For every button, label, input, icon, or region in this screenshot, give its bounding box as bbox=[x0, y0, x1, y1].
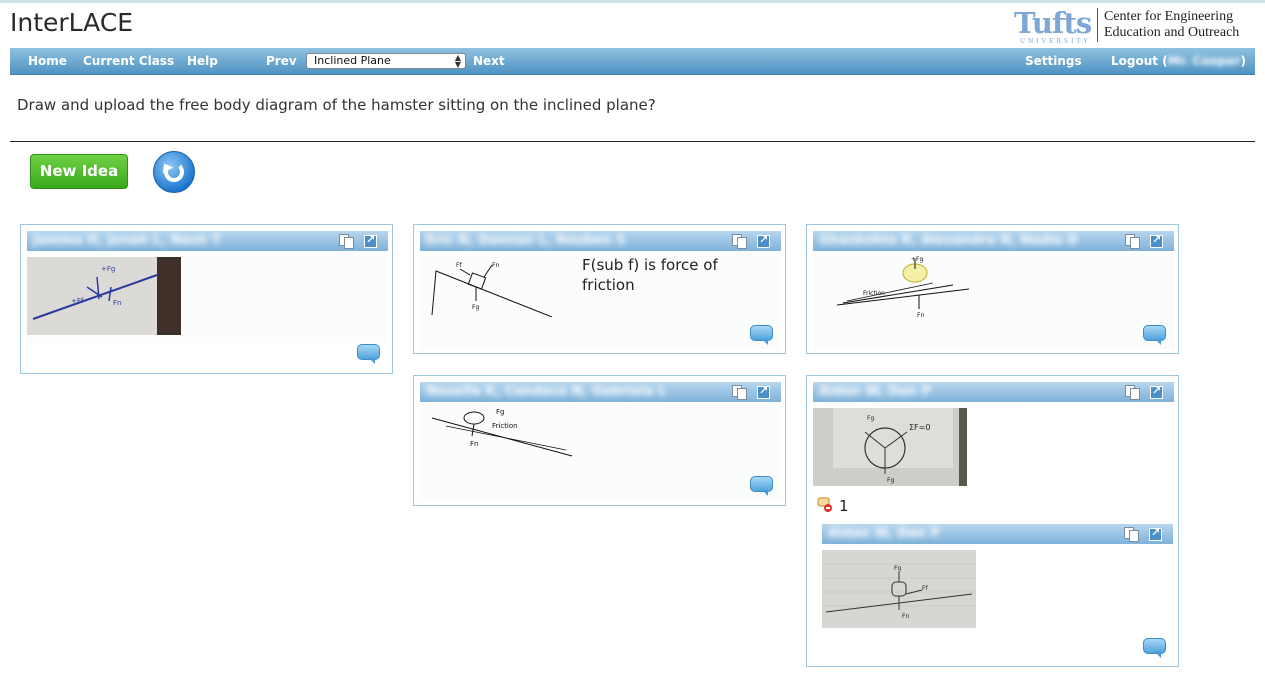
nav-logout[interactable]: Logout (Mr. Cooper) bbox=[1111, 54, 1246, 68]
nav-current-class[interactable]: Current Class bbox=[83, 54, 174, 68]
nav-next[interactable]: Next bbox=[473, 54, 505, 68]
open-external-icon[interactable] bbox=[757, 384, 770, 399]
svg-text:Fg: Fg bbox=[472, 304, 479, 311]
idea-card-body: Fg Friction Fn bbox=[420, 404, 781, 500]
logo-center-line1: Center for Engineering bbox=[1104, 9, 1234, 24]
idea-sketch[interactable]: Ff Fn Fg bbox=[426, 257, 566, 317]
svg-text:Fn: Fn bbox=[492, 262, 499, 269]
idea-card: Ghaskohta R, Alexandra N, Nadia D +Fg Fr… bbox=[806, 224, 1179, 354]
open-external-icon[interactable] bbox=[364, 233, 377, 248]
reply-author: Aidan W, Dan P bbox=[828, 526, 940, 541]
logo-tufts-text: Tufts bbox=[1014, 6, 1092, 40]
copy-icon[interactable] bbox=[1125, 385, 1140, 400]
reply-card-header: Aidan W, Dan P bbox=[822, 524, 1173, 544]
idea-card-header: Jamma H, Jonah L, Nash T bbox=[27, 231, 388, 251]
nav-prev[interactable]: Prev bbox=[266, 54, 297, 68]
idea-card: Eric N, Damian L, Reuben S Ff Fn Fg F(su… bbox=[413, 224, 786, 354]
idea-card-header: Aidan W, Dan P bbox=[813, 382, 1174, 402]
idea-author: Ghaskohta R, Alexandra N, Nadia D bbox=[819, 233, 1078, 248]
app-title: InterLACE bbox=[10, 8, 134, 37]
nav-help[interactable]: Help bbox=[187, 54, 218, 68]
idea-author: Eric N, Damian L, Reuben S bbox=[426, 233, 626, 248]
svg-text:Friction: Friction bbox=[492, 422, 518, 430]
comment-bubble-icon[interactable] bbox=[1143, 638, 1166, 658]
svg-text:Friction: Friction bbox=[863, 290, 885, 297]
idea-text: F(sub f) is force of friction bbox=[582, 255, 718, 295]
logo-divider bbox=[1097, 8, 1098, 42]
idea-sketch[interactable]: +Fg Friction Fn bbox=[833, 255, 973, 319]
tufts-ceeo-logo: Tufts UNIVERSITY Center for Engineering … bbox=[1014, 6, 1254, 46]
idea-sketch[interactable]: Fg Friction Fn bbox=[426, 406, 576, 460]
nav-settings[interactable]: Settings bbox=[1025, 54, 1082, 68]
open-external-icon[interactable] bbox=[1149, 526, 1162, 541]
idea-photo[interactable]: ΣF=0 Fg Fg bbox=[813, 408, 967, 486]
open-external-icon[interactable] bbox=[757, 233, 770, 248]
svg-text:+Fg: +Fg bbox=[101, 265, 115, 273]
svg-text:Fn: Fn bbox=[902, 613, 909, 620]
idea-card: Nazalfa K, Candace N, Gabriela L Fg Fric… bbox=[413, 375, 786, 506]
svg-text:+Fg: +Fg bbox=[911, 256, 923, 263]
open-external-icon[interactable] bbox=[1150, 233, 1163, 248]
idea-card-body: +Fg Friction Fn bbox=[813, 253, 1174, 349]
idea-card-body: Ff Fn Fg F(sub f) is force of friction bbox=[420, 253, 781, 349]
select-arrows-icon: ▲ ▼ bbox=[454, 53, 461, 69]
comment-bubble-icon[interactable] bbox=[357, 344, 380, 364]
copy-icon[interactable] bbox=[1124, 527, 1139, 542]
page-select[interactable]: Inclined Plane ▲ ▼ bbox=[306, 53, 466, 69]
page-select-value: Inclined Plane bbox=[314, 54, 391, 67]
idea-photo[interactable]: +Fg +Ff Fn bbox=[27, 257, 181, 335]
comment-bubble-icon[interactable] bbox=[750, 476, 773, 496]
top-border bbox=[0, 0, 1265, 3]
reply-count: 1 bbox=[839, 497, 849, 515]
svg-text:Fn: Fn bbox=[113, 299, 121, 307]
svg-text:Fg: Fg bbox=[887, 477, 894, 484]
svg-text:Ff: Ff bbox=[922, 585, 928, 592]
refresh-icon[interactable] bbox=[153, 151, 195, 193]
logout-label: Logout ( bbox=[1111, 54, 1168, 68]
copy-icon[interactable] bbox=[339, 234, 354, 249]
svg-text:Fn: Fn bbox=[917, 312, 924, 319]
svg-text:Ff: Ff bbox=[456, 262, 462, 269]
idea-card: Aidan W, Dan P ΣF=0 Fg Fg 1 Aidan W, Dan… bbox=[806, 375, 1179, 667]
copy-icon[interactable] bbox=[1125, 234, 1140, 249]
nav-home[interactable]: Home bbox=[28, 54, 67, 68]
divider bbox=[10, 141, 1255, 142]
copy-icon[interactable] bbox=[732, 385, 747, 400]
idea-card-body: +Fg +Ff Fn bbox=[27, 253, 388, 343]
reply-icon[interactable] bbox=[817, 497, 833, 513]
svg-text:ΣF=0: ΣF=0 bbox=[909, 423, 930, 432]
logout-close-paren: ) bbox=[1240, 54, 1246, 68]
comment-bubble-icon[interactable] bbox=[750, 325, 773, 345]
svg-text:+Ff: +Ff bbox=[71, 297, 84, 305]
svg-text:Fg: Fg bbox=[867, 415, 874, 422]
idea-card-header: Eric N, Damian L, Reuben S bbox=[420, 231, 781, 251]
idea-card: Jamma H, Jonah L, Nash T +Fg +Ff Fn bbox=[20, 224, 393, 374]
reply-photo[interactable]: Fg Fn Ff bbox=[822, 550, 976, 628]
comment-bubble-icon[interactable] bbox=[1143, 325, 1166, 345]
nav-bar: Home Current Class Help Prev Inclined Pl… bbox=[10, 48, 1255, 75]
idea-card-header: Nazalfa K, Candace N, Gabriela L bbox=[420, 382, 781, 402]
idea-card-header: Ghaskohta R, Alexandra N, Nadia D bbox=[813, 231, 1174, 251]
idea-author: Nazalfa K, Candace N, Gabriela L bbox=[426, 384, 667, 399]
logo-center-text: Center for Engineering Education and Out… bbox=[1104, 9, 1239, 41]
svg-text:Fg: Fg bbox=[496, 408, 504, 416]
idea-author: Jamma H, Jonah L, Nash T bbox=[33, 233, 221, 248]
svg-text:Fn: Fn bbox=[470, 440, 478, 448]
svg-text:Fg: Fg bbox=[894, 565, 901, 572]
logout-user: Mr. Cooper bbox=[1167, 54, 1241, 68]
idea-author: Aidan W, Dan P bbox=[819, 384, 931, 399]
copy-icon[interactable] bbox=[732, 234, 747, 249]
logo-center-line2: Education and Outreach bbox=[1104, 25, 1240, 40]
open-external-icon[interactable] bbox=[1150, 384, 1163, 399]
logo-university-text: UNIVERSITY bbox=[1020, 38, 1091, 45]
question-prompt: Draw and upload the free body diagram of… bbox=[17, 96, 656, 114]
idea-text-line: F(sub f) is force of bbox=[582, 256, 718, 274]
new-idea-button[interactable]: New Idea bbox=[30, 154, 128, 189]
idea-text-line: friction bbox=[582, 276, 635, 294]
